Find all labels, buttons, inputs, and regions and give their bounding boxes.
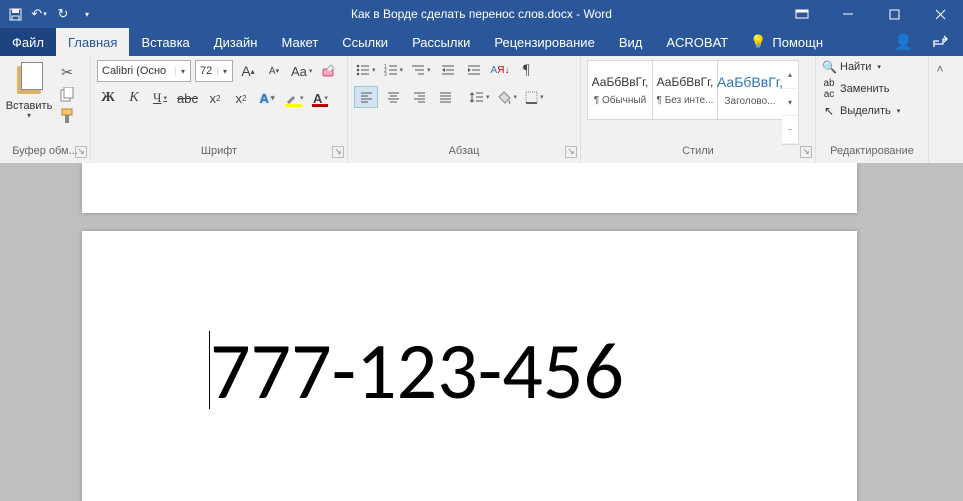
cut-icon[interactable]: ✂ [58, 64, 76, 80]
sort-button[interactable]: AЯ↓ [489, 60, 512, 80]
clipboard-dialog-launcher[interactable]: ↘ [75, 146, 87, 158]
replace-icon: abac [822, 78, 836, 100]
underline-button[interactable]: Ч▾ [149, 88, 171, 108]
cursor-icon: ↖ [822, 104, 836, 118]
tell-me-label: Помощн [772, 35, 823, 50]
maximize-button[interactable] [871, 0, 917, 28]
group-label-styles: Стили [682, 145, 714, 157]
svg-text:3: 3 [384, 72, 387, 76]
account-icon[interactable]: 👤 [894, 33, 913, 51]
shading-button[interactable]: ▾ [496, 87, 520, 107]
numbering-button[interactable]: 123▾ [382, 60, 406, 80]
align-left-button[interactable] [354, 86, 378, 108]
tab-design[interactable]: Дизайн [202, 28, 270, 56]
group-label-editing: Редактирование [830, 145, 914, 157]
find-button[interactable]: 🔍Найти▾ [822, 60, 922, 74]
document-content[interactable]: 777-123-456 [210, 323, 624, 420]
collapse-ribbon-button[interactable]: ˄ [929, 56, 951, 163]
subscript-button[interactable]: x2 [204, 88, 226, 108]
align-right-button[interactable] [408, 87, 430, 107]
style-heading1[interactable]: АаБбВвГг, Заголово... [717, 60, 783, 120]
lightbulb-icon: 💡 [750, 34, 766, 50]
search-icon: 🔍 [822, 60, 836, 74]
title-bar: ↶▾ ↻ ▾ Как в Ворде сделать перенос слов.… [0, 0, 963, 28]
font-size-combo[interactable]: 72▾ [195, 60, 233, 82]
multilevel-list-button[interactable]: ▾ [409, 60, 433, 80]
line-spacing-button[interactable]: ▾ [468, 87, 492, 107]
styles-gallery-scroll[interactable]: ▴ ▾ ⎯ [782, 60, 799, 145]
quick-access-toolbar: ↶▾ ↻ ▾ [0, 7, 94, 21]
group-label-paragraph: Абзац [449, 145, 480, 157]
redo-icon[interactable]: ↻ [56, 7, 70, 21]
justify-button[interactable] [434, 87, 456, 107]
show-hide-button[interactable]: ¶ [515, 60, 537, 80]
bold-button[interactable]: Ж [97, 88, 119, 108]
bullets-button[interactable]: ▾ [354, 60, 378, 80]
styles-up-icon[interactable]: ▴ [782, 61, 798, 89]
replace-button[interactable]: abacЗаменить [822, 78, 922, 100]
tab-review[interactable]: Рецензирование [482, 28, 606, 56]
text-effects-button[interactable]: A▾ [256, 88, 278, 108]
group-clipboard: Вставить ▾ ✂ Буфер обм...↘ [0, 56, 91, 163]
ribbon: Вставить ▾ ✂ Буфер обм...↘ C [0, 56, 963, 164]
paragraph-dialog-launcher[interactable]: ↘ [565, 146, 577, 158]
copy-icon[interactable] [58, 86, 76, 102]
tab-insert[interactable]: Вставка [129, 28, 201, 56]
tab-acrobat[interactable]: ACROBAT [654, 28, 740, 56]
italic-button[interactable]: К [123, 88, 145, 108]
page-current[interactable]: 777-123-456 [82, 231, 857, 501]
window-controls [779, 0, 963, 28]
close-button[interactable] [917, 0, 963, 28]
share-icon[interactable] [933, 34, 949, 51]
group-paragraph: ▾ 123▾ ▾ AЯ↓ ¶ ▾ ▾ ▾ [348, 56, 581, 163]
styles-down-icon[interactable]: ▾ [782, 89, 798, 117]
ribbon-options-button[interactable] [779, 0, 825, 28]
select-button[interactable]: ↖Выделить▾ [822, 104, 922, 118]
group-font: Calibri (Осно▾ 72▾ A▴ A▾ Aa▾ Ж К Ч▾ abc … [91, 56, 348, 163]
tab-file[interactable]: Файл [0, 28, 56, 56]
save-icon[interactable] [8, 7, 22, 21]
group-label-clipboard: Буфер обм... [12, 145, 78, 157]
minimize-button[interactable] [825, 0, 871, 28]
styles-dialog-launcher[interactable]: ↘ [800, 146, 812, 158]
tab-layout[interactable]: Макет [269, 28, 330, 56]
change-case-button[interactable]: Aa▾ [289, 61, 314, 81]
superscript-button[interactable]: x2 [230, 88, 252, 108]
tab-references[interactable]: Ссылки [330, 28, 400, 56]
align-center-button[interactable] [382, 87, 404, 107]
decrease-indent-button[interactable] [437, 60, 459, 80]
font-color-button[interactable]: A▾ [309, 88, 331, 108]
strikethrough-button[interactable]: abc [175, 88, 200, 108]
qat-customize-icon[interactable]: ▾ [80, 7, 94, 21]
clipboard-icon [14, 62, 44, 96]
tab-mailings[interactable]: Рассылки [400, 28, 482, 56]
tab-view[interactable]: Вид [607, 28, 655, 56]
shrink-font-button[interactable]: A▾ [263, 61, 285, 81]
page-previous[interactable] [82, 163, 857, 213]
styles-more-icon[interactable]: ⎯ [782, 116, 798, 144]
font-name-combo[interactable]: Calibri (Осно▾ [97, 60, 191, 82]
increase-indent-button[interactable] [463, 60, 485, 80]
document-area[interactable]: 777-123-456 [0, 163, 963, 501]
tab-home[interactable]: Главная [56, 28, 129, 56]
highlight-button[interactable]: ▾ [282, 88, 306, 108]
style-no-spacing[interactable]: АаБбВвГг, ¶ Без инте... [652, 60, 718, 120]
group-editing: 🔍Найти▾ abacЗаменить ↖Выделить▾ Редактир… [816, 56, 929, 163]
tell-me[interactable]: 💡 Помощн [740, 28, 833, 56]
style-normal[interactable]: АаБбВвГг, ¶ Обычный [587, 60, 653, 120]
borders-button[interactable]: ▾ [523, 87, 546, 107]
group-label-font: Шрифт [201, 145, 237, 157]
font-dialog-launcher[interactable]: ↘ [332, 146, 344, 158]
paste-button[interactable]: Вставить ▾ [6, 60, 52, 145]
group-styles: АаБбВвГг, ¶ Обычный АаБбВвГг, ¶ Без инте… [581, 56, 816, 163]
format-painter-icon[interactable] [58, 108, 76, 124]
clear-formatting-button[interactable] [318, 61, 340, 81]
grow-font-button[interactable]: A▴ [237, 61, 259, 81]
ribbon-tabs: Файл Главная Вставка Дизайн Макет Ссылки… [0, 28, 963, 56]
undo-icon[interactable]: ↶▾ [32, 7, 46, 21]
